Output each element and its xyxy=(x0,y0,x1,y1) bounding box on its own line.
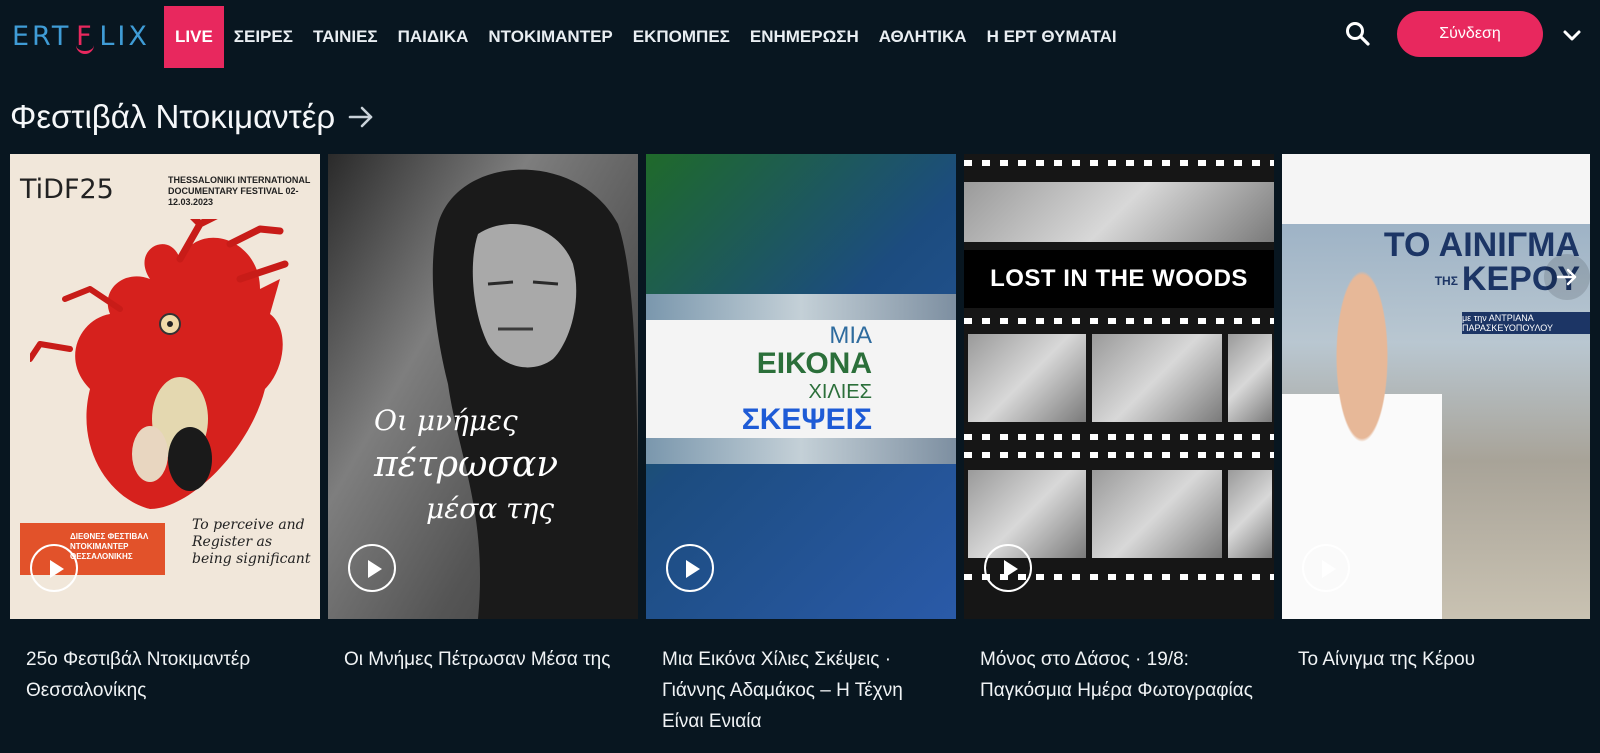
poster-line-3: μέσα της xyxy=(426,492,555,525)
nav-item-series[interactable]: ΣΕΙΡΕΣ xyxy=(224,6,303,68)
film-frame xyxy=(1228,334,1272,422)
poster-subtitle: με την ΑΝΤΡΙΑΝΑ ΠΑΡΑΣΚΕΥΟΠΟΥΛΟΥ xyxy=(1462,312,1590,334)
card-title[interactable]: Μια Εικόνα Χίλιες Σκέψεις · Γιάννης Αδαμ… xyxy=(662,644,947,737)
film-perforation xyxy=(964,318,1274,324)
film-frame xyxy=(1092,470,1222,558)
arrow-right-icon xyxy=(347,103,375,131)
nav-item-documentary[interactable]: ΝΤΟΚΙΜΑΝΤΕΡ xyxy=(478,6,622,68)
card-title[interactable]: 25ο Φεστιβάλ Ντοκιμαντέρ Θεσσαλονίκης xyxy=(26,644,311,706)
nav-item-kids[interactable]: ΠΑΙΔΙΚΑ xyxy=(388,6,479,68)
play-icon[interactable] xyxy=(666,544,714,592)
logo-smile-icon: F xyxy=(71,21,99,54)
top-navigation-bar: ERT F LIX LIVE ΣΕΙΡΕΣ ΤΑΙΝΙΕΣ ΠΑΙΔΙΚΑ ΝΤΟΚ… xyxy=(0,0,1600,72)
poster-title: Οι μνήμες πέτρωσαν μέσα της xyxy=(374,399,604,531)
nav-item-news[interactable]: ΕΝΗΜΕΡΩΣΗ xyxy=(740,6,869,68)
poster-title: ΜΙΑ ΕΙΚΟΝΑ ΧΙΛΙΕΣ ΣΚΕΨΕΙΣ xyxy=(724,322,872,436)
logo-text-right: LIX xyxy=(99,20,150,52)
nav-item-movies[interactable]: ΤΑΙΝΙΕΣ xyxy=(303,6,388,68)
card-thumbnail[interactable]: TiDF25 THESSALONIKI INTERNATIONAL DOCUME… xyxy=(10,154,320,619)
login-button[interactable]: Σύνδεση xyxy=(1397,11,1543,57)
anatomical-heart-illustration xyxy=(30,219,289,509)
nav-item-ert-remembers[interactable]: Η ΕΡΤ ΘΥΜΑΤΑΙ xyxy=(977,6,1127,68)
arrow-right-icon xyxy=(1556,268,1577,286)
film-perforation xyxy=(964,452,1274,458)
play-icon[interactable] xyxy=(348,544,396,592)
poster-tidf-label: TiDF25 xyxy=(20,174,114,205)
nav-item-shows[interactable]: ΕΚΠΟΜΠΕΣ xyxy=(623,6,740,68)
film-perforation xyxy=(964,160,1274,166)
poster-line-3: ΧΙΛΙΕΣ xyxy=(808,381,872,403)
search-icon[interactable] xyxy=(1344,20,1372,48)
poster-script-text: To perceive and Register as being signif… xyxy=(192,517,311,567)
play-icon[interactable] xyxy=(30,544,78,592)
poster-line-4: ΣΚΕΨΕΙΣ xyxy=(741,403,872,436)
poster-festival-text: THESSALONIKI INTERNATIONAL DOCUMENTARY F… xyxy=(168,175,311,207)
card-title[interactable]: Μόνος στο Δάσος · 19/8: Παγκόσμια Ημέρα … xyxy=(980,644,1265,706)
card-thumbnail[interactable]: ΤΟ ΑΙΝΙΓΜΑ ΤΗΣ ΚΕΡΟΥ με την ΑΝΤΡΙΑΝΑ ΠΑΡΑ… xyxy=(1282,154,1590,619)
card-title[interactable]: Το Αίνιγμα της Κέρου xyxy=(1298,644,1583,675)
section-header-link[interactable]: Φεστιβάλ Ντοκιμαντέρ xyxy=(10,96,375,138)
nav-item-sports[interactable]: ΑΘΛΗΤΙΚΑ xyxy=(869,6,977,68)
film-frame xyxy=(968,470,1086,558)
poster-line-2: πέτρωσαν xyxy=(374,444,559,485)
carousel-row: TiDF25 THESSALONIKI INTERNATIONAL DOCUME… xyxy=(10,154,1590,753)
play-icon[interactable] xyxy=(1302,544,1350,592)
card-thumbnail[interactable]: Οι μνήμες πέτρωσαν μέσα της xyxy=(328,154,638,619)
film-perforation xyxy=(964,434,1274,440)
film-frame xyxy=(964,182,1274,242)
card-thumbnail[interactable]: ΜΙΑ ΕΙΚΟΝΑ ΧΙΛΙΕΣ ΣΚΕΨΕΙΣ xyxy=(646,154,956,619)
card-title[interactable]: Οι Μνήμες Πέτρωσαν Μέσα της xyxy=(344,644,629,675)
chevron-down-icon[interactable] xyxy=(1561,24,1583,46)
poster-line-1: Οι μνήμες xyxy=(374,404,518,437)
film-frame xyxy=(1228,470,1272,558)
main-nav: LIVE ΣΕΙΡΕΣ ΤΑΙΝΙΕΣ ΠΑΙΔΙΚΑ ΝΤΟΚΙΜΑΝΤΕΡ … xyxy=(164,6,1127,68)
poster-line-1: ΜΙΑ xyxy=(829,322,872,349)
play-icon[interactable] xyxy=(984,544,1032,592)
nav-item-live[interactable]: LIVE xyxy=(164,6,224,68)
carousel-next-button[interactable] xyxy=(1544,254,1590,300)
poster-line-1: ΤΟ ΑΙΝΙΓΜΑ xyxy=(1383,226,1580,264)
poster-title: LOST IN THE WOODS xyxy=(964,250,1274,308)
poster-line-2: ΕΙΚΟΝΑ xyxy=(756,347,872,380)
poster-small-word: ΤΗΣ xyxy=(1434,274,1458,289)
ertflix-logo[interactable]: ERT F LIX xyxy=(12,20,150,54)
section-title: Φεστιβάλ Ντοκιμαντέρ xyxy=(10,98,336,135)
film-frame xyxy=(968,334,1086,422)
card-thumbnail[interactable]: LOST IN THE WOODS xyxy=(964,154,1274,619)
logo-text-left: ERT xyxy=(12,20,72,52)
film-frame xyxy=(1092,334,1222,422)
